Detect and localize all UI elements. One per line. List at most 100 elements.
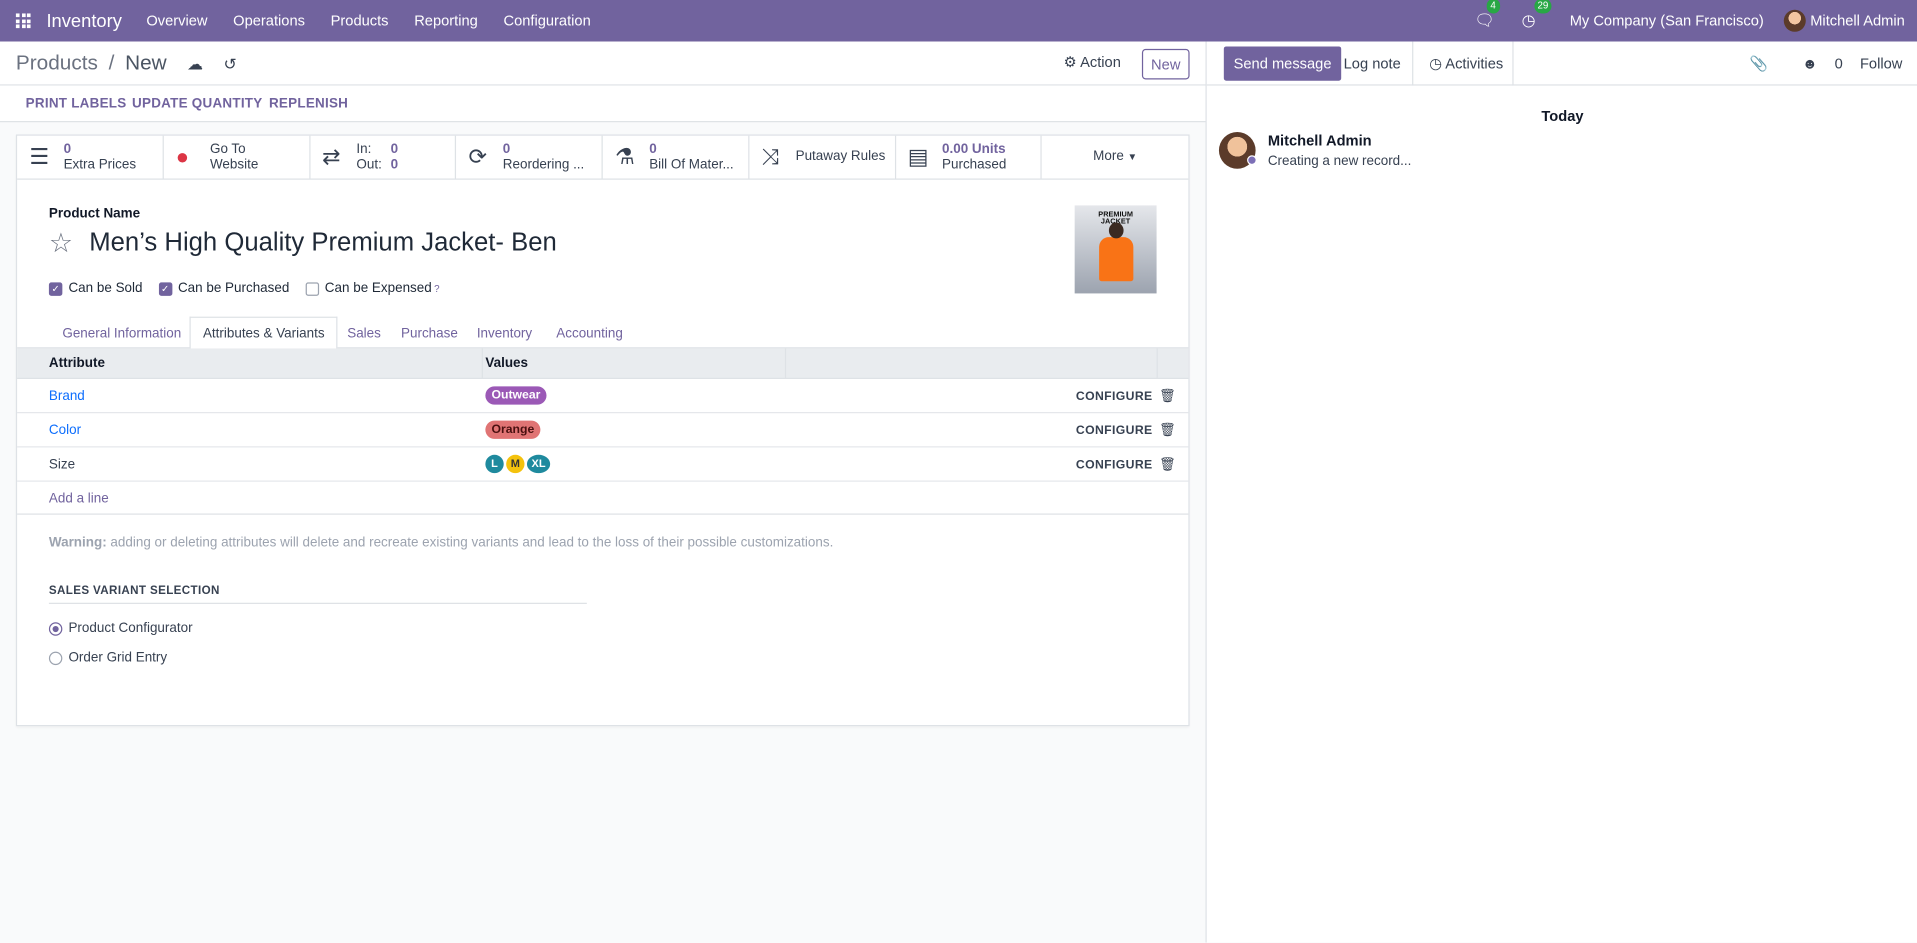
tab-general-information[interactable]: General Information [50, 317, 193, 350]
activities-button[interactable]: ◷ Activities [1429, 55, 1503, 72]
warning-text: adding or deleting attributes will delet… [106, 535, 834, 551]
app-name[interactable]: Inventory [46, 10, 121, 31]
tab-sales[interactable]: Sales [335, 317, 393, 350]
messages-button[interactable]: 🗨 4 [1475, 0, 1500, 31]
menu-overview[interactable]: Overview [146, 12, 207, 29]
tab-purchase[interactable]: Purchase [389, 317, 470, 350]
table-header: Attribute Values [17, 348, 1189, 380]
tab-accounting[interactable]: Accounting [544, 317, 635, 350]
notebook-tabs: General Information Attributes & Variant… [17, 316, 1189, 350]
attributes-table: Attribute Values Brand Outwear CONFIGURE… [17, 348, 1189, 515]
in-out-button[interactable]: ⇄ In: 0 Out: 0 [310, 135, 457, 179]
main-navbar: Inventory Overview Operations Products R… [0, 0, 1917, 42]
tab-attributes-variants[interactable]: Attributes & Variants [189, 316, 338, 350]
save-cloud-icon[interactable]: ☁ [187, 55, 203, 73]
table-row[interactable]: Size L M XL CONFIGURE 🗑 [17, 447, 1189, 482]
followers-button[interactable]: ☻ 0 [1785, 55, 1843, 72]
reordering-count: 0 [502, 141, 511, 156]
website-line1: Go To [209, 141, 246, 156]
trash-icon[interactable]: 🗑 [1159, 456, 1176, 472]
product-flags: ✓ Can be Sold ✓ Can be Purchased Can be … [48, 281, 456, 296]
go-to-website-button[interactable]: ● Go To Website [164, 135, 310, 179]
user-menu[interactable]: Mitchell Admin [1783, 9, 1905, 32]
add-line-link[interactable]: Add a line [49, 491, 109, 506]
user-name: Mitchell Admin [1810, 12, 1905, 30]
column-values[interactable]: Values [485, 356, 528, 371]
send-message-button[interactable]: Send message [1223, 46, 1342, 81]
flask-icon: ⚗ [614, 144, 635, 169]
refresh-icon: ⟳ [468, 144, 488, 169]
value-tag: Outwear [485, 386, 547, 405]
activities-button[interactable]: ◷ 29 [1521, 0, 1553, 31]
menu-operations[interactable]: Operations [233, 12, 305, 29]
menu-reporting[interactable]: Reporting [414, 12, 478, 29]
discard-icon[interactable]: ↺ [223, 55, 236, 73]
more-button[interactable]: More ▼ [1042, 136, 1188, 179]
trash-icon[interactable]: 🗑 [1159, 422, 1176, 438]
reordering-button[interactable]: ⟳ 0 Reordering ... [456, 135, 603, 179]
configure-button[interactable]: CONFIGURE [1076, 458, 1153, 471]
can-be-sold-label: Can be Sold [68, 281, 143, 296]
value-tag: XL [526, 454, 551, 474]
menu-configuration[interactable]: Configuration [503, 12, 590, 29]
add-line-row: Add a line [17, 482, 1189, 515]
replenish-button[interactable]: REPLENISH [269, 97, 348, 112]
print-labels-button[interactable]: PRINT LABELS [26, 97, 127, 112]
product-image[interactable]: PREMIUMJACKET [1074, 205, 1157, 294]
column-divider [1156, 348, 1158, 380]
purchased-button[interactable]: ▤ 0.00 Units Purchased [896, 135, 1042, 179]
can-be-sold-checkbox[interactable]: ✓ Can be Sold [48, 281, 143, 296]
attribute-name[interactable]: Color [49, 423, 81, 438]
paperclip-icon[interactable]: 📎 [1750, 55, 1768, 72]
action-menu-button[interactable]: ⚙ Action [1064, 54, 1121, 71]
status-bar: PRINT LABELS UPDATE QUANTITY REPLENISH [0, 85, 1206, 123]
attribute-values[interactable]: Outwear [485, 386, 549, 405]
new-button[interactable]: New [1141, 48, 1190, 80]
extra-prices-button[interactable]: ☰ 0 Extra Prices [17, 135, 164, 179]
can-be-purchased-checkbox[interactable]: ✓ Can be Purchased [158, 281, 289, 296]
attribute-values[interactable]: L M XL [485, 454, 552, 474]
tab-inventory[interactable]: Inventory [465, 317, 545, 350]
update-quantity-button[interactable]: UPDATE QUANTITY [132, 97, 262, 112]
configure-button[interactable]: CONFIGURE [1076, 424, 1153, 437]
product-image-head [1108, 222, 1124, 239]
bill-of-materials-button[interactable]: ⚗ 0 Bill Of Mater... [603, 135, 750, 179]
checkbox-checked-icon: ✓ [158, 281, 172, 296]
out-value: 0 [390, 157, 399, 172]
configure-button[interactable]: CONFIGURE [1076, 390, 1153, 403]
putaway-rules-button[interactable]: ⤨ Putaway Rules [749, 135, 896, 179]
radio-order-grid-entry[interactable]: Order Grid Entry [48, 650, 167, 665]
more-label: More [1093, 149, 1124, 164]
table-row[interactable]: Color Orange CONFIGURE 🗑 [17, 413, 1189, 448]
menu-products[interactable]: Products [331, 12, 389, 29]
attribute-name[interactable]: Brand [49, 389, 85, 404]
gear-icon: ⚙ [1063, 53, 1077, 71]
radio-selected-icon [48, 621, 63, 636]
can-be-expensed-checkbox[interactable]: Can be Expensed ? [305, 281, 440, 296]
company-switcher[interactable]: My Company (San Francisco) [1570, 12, 1764, 29]
online-status-dot [1247, 155, 1257, 166]
trash-icon[interactable]: 🗑 [1159, 388, 1176, 404]
radio-product-configurator[interactable]: Product Configurator [48, 621, 193, 636]
breadcrumb-current: New [125, 51, 167, 75]
website-line2: Website [209, 157, 259, 172]
follow-button[interactable]: Follow [1860, 55, 1902, 72]
clock-icon: ◷ [1521, 11, 1536, 30]
attribute-values[interactable]: Orange [485, 420, 542, 439]
column-divider [784, 348, 787, 380]
attribute-name[interactable]: Size [49, 457, 75, 472]
product-name-input[interactable]: Men’s High Quality Premium Jacket- Ben [89, 229, 557, 258]
app-menu-button[interactable] [0, 0, 46, 42]
breadcrumb-products-link[interactable]: Products [16, 51, 98, 74]
form-view: Products / New ☁ ↺ ⚙ Action New PRINT LA… [0, 41, 1206, 943]
message-author[interactable]: Mitchell Admin [1268, 132, 1412, 149]
help-tooltip-icon[interactable]: ? [434, 283, 439, 294]
avatar[interactable] [1218, 132, 1257, 169]
log-note-button[interactable]: Log note [1344, 55, 1401, 72]
favorite-star-icon[interactable]: ☆ [49, 227, 73, 259]
table-row[interactable]: Brand Outwear CONFIGURE 🗑 [17, 379, 1189, 414]
can-be-purchased-label: Can be Purchased [177, 281, 290, 296]
chatter-message: Mitchell Admin Creating a new record... [1218, 132, 1412, 169]
column-attribute[interactable]: Attribute [49, 356, 105, 371]
chatter-divider [1512, 41, 1514, 86]
